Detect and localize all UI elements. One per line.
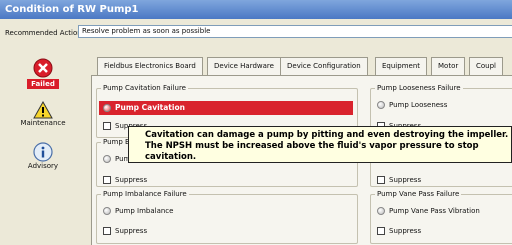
failed-label: Failed [27,79,59,89]
suppress-label: Suppress [115,227,148,235]
tooltip-line-3: cavitation. [145,152,197,162]
maintenance-label: Maintenance [20,119,66,127]
alarm-indicator-icon [103,104,111,112]
window-title: Condition of RW Pump1 [0,0,512,19]
radio-icon [377,207,385,215]
status-panel: Failed Maintenance Advisory [0,50,86,245]
checkbox-icon[interactable] [103,176,111,184]
pump-looseness-item: Pump Looseness [377,101,447,109]
tab-device-configuration[interactable]: Device Configuration [280,57,368,75]
tab-motor[interactable]: Motor [431,57,466,75]
suppress-bearing[interactable]: Suppress [103,176,147,184]
pump-imbalance-item: Pump Imbalance [103,207,173,215]
item-label: Pump Imbalance [115,207,174,215]
advisory-label: Advisory [27,162,59,170]
cavitation-tooltip: Cavitation can damage a pump by pitting … [128,126,512,163]
tab-bar: Fieldbus Electronics Board Device Hardwa… [97,57,512,75]
pump-cavitation-alarm[interactable]: Pump Cavitation [99,101,353,115]
tooltip-line-2: The NPSH must be increased above the flu… [145,141,479,151]
tab-equipment[interactable]: Equipment [375,57,427,75]
status-advisory[interactable]: Advisory [0,142,86,170]
group-title: Pump Imbalance Failure [101,190,189,198]
tab-coupling[interactable]: Coupl [469,57,503,75]
group-title: Pump Vane Pass Failure [375,190,462,198]
info-icon [33,142,53,162]
group-pump-vane-pass-failure: Pump Vane Pass Failure Pump Vane Pass Vi… [370,190,512,244]
suppress-label: Suppress [389,227,422,235]
suppress-imbalance[interactable]: Suppress [103,227,147,235]
tooltip-line-1: Cavitation can damage a pump by pitting … [145,130,509,140]
item-label: Pump Vane Pass Vibration [389,207,480,215]
checkbox-icon[interactable] [377,176,385,184]
pump-bearing-item: Pum [103,155,130,163]
item-label: Pump Looseness [389,101,448,109]
tab-device-hardware[interactable]: Device Hardware [207,57,281,75]
checkbox-icon[interactable] [103,227,111,235]
checkbox-icon[interactable] [377,227,385,235]
tab-fieldbus-electronics-board[interactable]: Fieldbus Electronics Board [97,57,203,75]
error-icon [33,58,53,78]
status-maintenance[interactable]: Maintenance [0,101,86,127]
radio-icon [103,155,111,163]
radio-icon [103,207,111,215]
suppress-label: Suppress [115,176,148,184]
pump-cavitation-label: Pump Cavitation [115,103,185,112]
suppress-vane-pass[interactable]: Suppress [377,227,421,235]
recommended-action-field: Resolve problem as soon as possible [78,25,512,38]
group-title: Pump Cavitation Failure [101,84,188,92]
suppress-label: Suppress [389,176,422,184]
group-pump-imbalance-failure: Pump Imbalance Failure Pump Imbalance Su… [96,190,358,244]
warning-icon [33,101,53,119]
checkbox-icon[interactable] [103,122,111,130]
suppress-right-middle[interactable]: Suppress [377,176,421,184]
recommended-action-label: Recommended Action: [5,29,85,37]
group-title: Pump Looseness Failure [375,84,463,92]
radio-icon [377,101,385,109]
pump-vane-pass-item: Pump Vane Pass Vibration [377,207,480,215]
status-failed[interactable]: Failed [0,58,86,89]
